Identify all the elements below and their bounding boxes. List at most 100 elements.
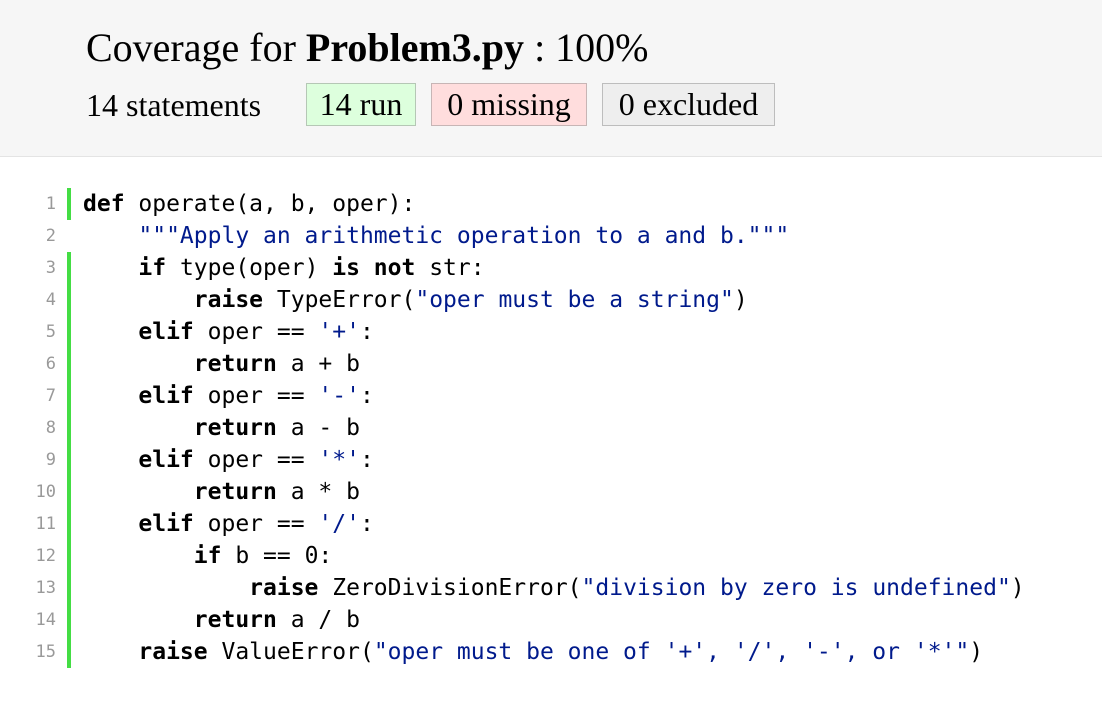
code-text: """Apply an arithmetic operation to a an… <box>83 220 789 252</box>
line-number[interactable]: 8 <box>0 412 56 444</box>
keyword-token: return <box>193 479 277 505</box>
line-number[interactable]: 6 <box>0 348 56 380</box>
line-number[interactable]: 13 <box>0 572 56 604</box>
code-token: ) <box>733 287 748 313</box>
code-token: ) <box>969 639 984 665</box>
run-toggle-button[interactable]: 14 run <box>306 83 416 126</box>
string-token: "oper must be a string" <box>415 287 734 313</box>
coverage-marker <box>67 284 71 316</box>
code-token: : <box>359 383 374 409</box>
keyword-token: return <box>193 607 277 633</box>
coverage-marker <box>67 444 71 476</box>
coverage-marker <box>67 316 71 348</box>
code-text: return a + b <box>83 348 360 380</box>
keyword-token: raise <box>193 287 264 313</box>
coverage-marker <box>67 604 71 636</box>
source-line: 14 return a / b <box>0 604 1102 636</box>
source-line: 7 elif oper == '-': <box>0 380 1102 412</box>
keyword-token: elif <box>138 383 194 409</box>
keyword-token: elif <box>138 511 194 537</box>
line-number[interactable]: 4 <box>0 284 56 316</box>
code-token: operate(a, b, oper): <box>124 191 416 217</box>
keyword-token: elif <box>138 319 194 345</box>
excluded-toggle-button[interactable]: 0 excluded <box>602 83 775 126</box>
source-line: 4 raise TypeError("oper must be a string… <box>0 284 1102 316</box>
code-token: TypeError( <box>263 287 416 313</box>
code-token: str: <box>415 255 485 281</box>
code-text: elif oper == '+': <box>83 316 374 348</box>
line-number[interactable]: 1 <box>0 188 56 220</box>
source-line: 2 """Apply an arithmetic operation to a … <box>0 220 1102 252</box>
line-number[interactable]: 3 <box>0 252 56 284</box>
code-text: if type(oper) is not str: <box>83 252 485 284</box>
keyword-token: raise <box>249 575 319 601</box>
line-number[interactable]: 12 <box>0 540 56 572</box>
code-text: return a - b <box>83 412 360 444</box>
code-token: a * b <box>276 479 360 505</box>
keyword-token: if <box>193 543 222 569</box>
coverage-marker <box>67 540 71 572</box>
statements-count: 14 statements <box>86 87 262 123</box>
string-token: "division by zero is undefined" <box>581 575 1011 601</box>
line-number[interactable]: 5 <box>0 316 56 348</box>
line-number[interactable]: 9 <box>0 444 56 476</box>
source-line: 6 return a + b <box>0 348 1102 380</box>
line-number[interactable]: 14 <box>0 604 56 636</box>
missing-toggle-button[interactable]: 0 missing <box>431 83 587 126</box>
file-name: Problem3.py <box>305 25 525 70</box>
code-token: oper == <box>193 319 319 345</box>
source-line: 15 raise ValueError("oper must be one of… <box>0 636 1102 668</box>
code-token: oper == <box>193 447 319 473</box>
coverage-marker <box>67 380 71 412</box>
source-line: 9 elif oper == '*': <box>0 444 1102 476</box>
line-number[interactable]: 11 <box>0 508 56 540</box>
code-token: type(oper) <box>166 255 333 281</box>
keyword-token: def <box>83 191 125 217</box>
code-text: def operate(a, b, oper): <box>83 188 415 220</box>
code-token: : <box>359 319 374 345</box>
line-number[interactable]: 15 <box>0 636 56 668</box>
string-token: '*' <box>318 447 360 473</box>
code-text: return a / b <box>83 604 360 636</box>
source-line: 10 return a * b <box>0 476 1102 508</box>
line-number[interactable]: 7 <box>0 380 56 412</box>
keyword-token: is not <box>332 255 416 281</box>
coverage-percent: : 100% <box>524 25 649 70</box>
source-line: 3 if type(oper) is not str: <box>0 252 1102 284</box>
string-token: "oper must be one of '+', '/', '-', or '… <box>373 639 970 665</box>
source-line: 8 return a - b <box>0 412 1102 444</box>
keyword-token: raise <box>138 639 208 665</box>
keyword-token: if <box>138 255 167 281</box>
code-token: ZeroDivisionError( <box>318 575 582 601</box>
coverage-marker <box>67 412 71 444</box>
line-number[interactable]: 2 <box>0 220 56 252</box>
source-line: 13 raise ZeroDivisionError("division by … <box>0 572 1102 604</box>
line-number[interactable]: 10 <box>0 476 56 508</box>
coverage-marker <box>67 508 71 540</box>
source-line: 11 elif oper == '/': <box>0 508 1102 540</box>
coverage-marker <box>67 348 71 380</box>
source-code: 1 def operate(a, b, oper): 2 """Apply an a… <box>0 188 1102 668</box>
source-line: 12 if b == 0: <box>0 540 1102 572</box>
coverage-marker <box>67 252 71 284</box>
coverage-marker <box>67 220 71 252</box>
coverage-marker <box>67 636 71 668</box>
code-token: oper == <box>193 383 319 409</box>
string-token: '/' <box>318 511 360 537</box>
string-token: '+' <box>318 319 360 345</box>
keyword-token: return <box>193 351 277 377</box>
code-text: elif oper == '/': <box>83 508 373 540</box>
code-text: return a * b <box>83 476 360 508</box>
code-token: b == 0: <box>221 543 333 569</box>
